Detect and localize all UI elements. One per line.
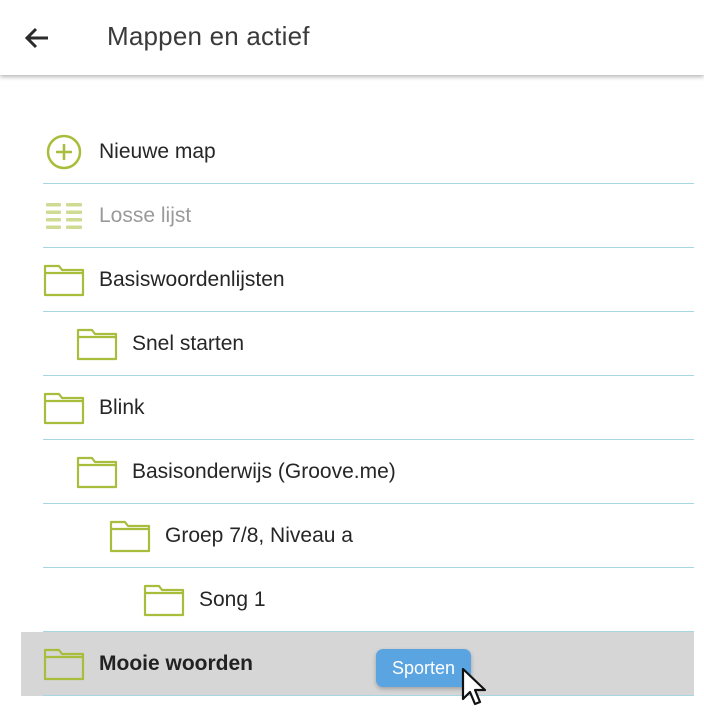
list-item-label: Blink [99, 396, 145, 419]
top-app-bar: Mappen en actief [0, 0, 704, 75]
mouse-pointer-icon [461, 667, 487, 706]
folder-icon [76, 452, 118, 492]
folder-item[interactable]: Blink [0, 376, 704, 440]
list-icon [43, 196, 85, 236]
add-circle-icon [43, 132, 85, 172]
folder-list: Nieuwe map Losse lijst Basiswoordenlijst… [0, 120, 704, 696]
new-folder-item[interactable]: Nieuwe map [0, 120, 704, 184]
list-item-label: Basiswoordenlijsten [99, 268, 285, 291]
list-item-label: Snel starten [132, 332, 245, 355]
back-button[interactable] [22, 23, 52, 53]
list-item-label: Losse lijst [99, 204, 192, 227]
list-item-label: Song 1 [199, 588, 266, 611]
list-item-label: Basisonderwijs (Groove.me) [132, 460, 396, 483]
page-title: Mappen en actief [107, 21, 310, 51]
folder-icon [43, 388, 85, 428]
folder-icon [43, 644, 85, 684]
folder-item[interactable]: Basiswoordenlijsten [0, 248, 704, 312]
list-item-label: Nieuwe map [99, 140, 216, 163]
loose-list-item[interactable]: Losse lijst [0, 184, 704, 248]
folder-icon [43, 260, 85, 300]
folder-item[interactable]: Groep 7/8, Niveau a [0, 504, 704, 568]
list-item-label: Mooie woorden [99, 652, 253, 675]
folder-item[interactable]: Song 1 [0, 568, 704, 632]
drag-chip[interactable]: Sporten [376, 649, 471, 687]
folder-icon [109, 516, 151, 556]
folder-icon [143, 580, 185, 620]
folder-icon [76, 324, 118, 364]
list-item-label: Groep 7/8, Niveau a [165, 524, 353, 547]
folder-item[interactable]: Basisonderwijs (Groove.me) [0, 440, 704, 504]
arrow-left-icon [24, 27, 48, 49]
folder-item-selected[interactable]: Mooie woorden [21, 632, 694, 696]
folder-item[interactable]: Snel starten [0, 312, 704, 376]
